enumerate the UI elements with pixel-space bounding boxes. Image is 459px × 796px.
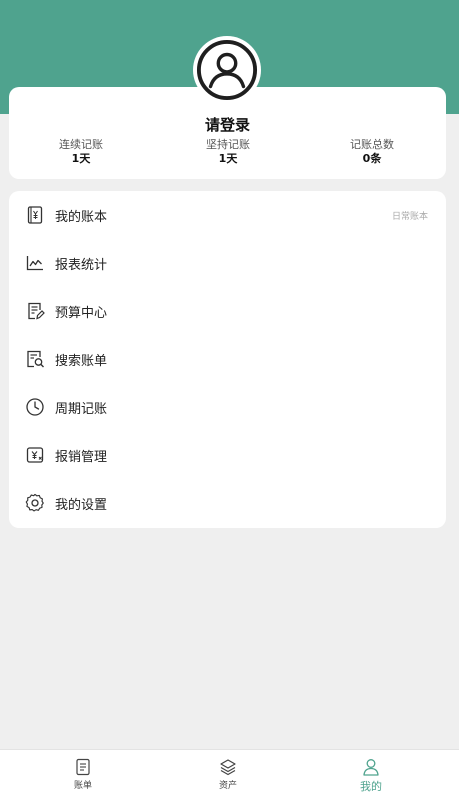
menu-card: 我的账本 日常账本 报表统计 预算中心 搜索账单 周期记账 报销管理 我的设置 xyxy=(9,191,446,528)
menu-item-label: 报表统计 xyxy=(55,257,108,273)
menu-item-my-ledger[interactable]: 我的账本 日常账本 xyxy=(9,195,446,235)
stat-total-entries: 记账总数 0条 xyxy=(322,138,422,166)
menu-item-search-bills[interactable]: 搜索账单 xyxy=(9,339,446,379)
gear-icon xyxy=(25,493,45,513)
menu-item-label: 搜索账单 xyxy=(55,353,108,369)
login-title[interactable]: 请登录 xyxy=(9,114,446,135)
stat-label: 连续记账 xyxy=(59,138,103,151)
user-icon xyxy=(363,759,379,776)
stat-value: 1天 xyxy=(218,152,238,165)
chart-icon xyxy=(25,253,45,273)
menu-item-label: 报销管理 xyxy=(55,449,108,465)
tab-label: 我的 xyxy=(360,780,382,793)
stat-value: 0条 xyxy=(362,152,382,165)
menu-item-label: 周期记账 xyxy=(55,401,108,417)
budget-icon xyxy=(25,301,45,321)
avatar[interactable] xyxy=(193,36,261,104)
search-bill-icon xyxy=(25,349,45,369)
menu-item-recurring[interactable]: 周期记账 xyxy=(9,387,446,427)
menu-item-budget[interactable]: 预算中心 xyxy=(9,291,446,331)
tab-label: 资产 xyxy=(218,781,237,791)
reimburse-icon xyxy=(25,445,45,465)
current-ledger-hint: 日常账本 xyxy=(391,211,428,222)
stat-value: 1天 xyxy=(71,152,91,165)
stat-persist-days: 坚持记账 1天 xyxy=(178,138,278,166)
menu-item-label: 预算中心 xyxy=(55,305,108,321)
tab-assets[interactable]: 资产 xyxy=(198,758,258,791)
menu-item-reimbursement[interactable]: 报销管理 xyxy=(9,435,446,475)
tab-label: 账单 xyxy=(73,781,92,791)
menu-item-reports[interactable]: 报表统计 xyxy=(9,243,446,283)
bottom-tab-bar: 账单 资产 我的 xyxy=(0,749,459,796)
stat-consecutive-days: 连续记账 1天 xyxy=(31,138,131,166)
tab-bills[interactable]: 账单 xyxy=(53,758,113,791)
stat-label: 记账总数 xyxy=(350,138,394,151)
stat-label: 坚持记账 xyxy=(206,138,250,151)
ledger-icon xyxy=(25,205,45,225)
tab-mine[interactable]: 我的 xyxy=(341,758,401,794)
bill-icon xyxy=(76,758,90,776)
user-avatar-icon xyxy=(196,39,258,101)
layers-icon xyxy=(220,759,236,776)
menu-item-label: 我的账本 xyxy=(55,209,108,225)
menu-item-settings[interactable]: 我的设置 xyxy=(9,483,446,523)
clock-icon xyxy=(25,397,45,417)
menu-item-label: 我的设置 xyxy=(55,497,108,513)
